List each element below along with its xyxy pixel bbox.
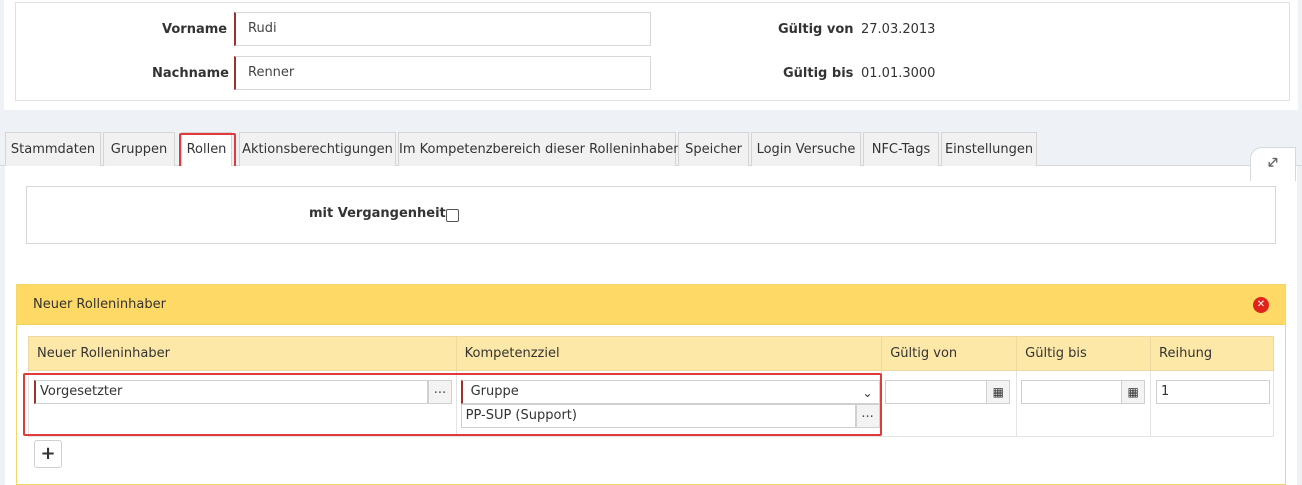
filter-box: mit Vergangenheit	[26, 186, 1276, 244]
close-circle-icon[interactable]: ✕	[1253, 297, 1269, 313]
cell-rolleninhaber: Vorgesetzter ...	[28, 370, 457, 437]
nachname-label: Nachname	[152, 66, 230, 81]
tab-content-rollen: mit Vergangenheit Neuer Rolleninhaber ✕ …	[5, 166, 1297, 485]
expand-icon: ↕	[1261, 151, 1285, 174]
panel-header: Neuer Rolleninhaber ✕	[17, 285, 1285, 325]
tab-stammdaten[interactable]: Stammdaten	[5, 132, 101, 166]
mit-vergangenheit-checkbox[interactable]	[446, 209, 459, 222]
col-header-reihung: Reihung	[1150, 336, 1274, 371]
gueltig-bis-input[interactable]	[1021, 380, 1124, 404]
tab-login-versuche[interactable]: Login Versuche	[751, 132, 861, 166]
calendar-icon[interactable]: ▦	[986, 380, 1011, 404]
nachname-field[interactable]: Renner	[234, 56, 651, 90]
tab-gruppen[interactable]: Gruppen	[103, 132, 175, 166]
gueltig-von-value: 27.03.2013	[861, 22, 936, 37]
person-header-inner: Vorname Rudi Nachname Renner Gültig von …	[15, 2, 1290, 101]
gueltig-bis-value: 01.01.3000	[861, 66, 936, 81]
vorname-field[interactable]: Rudi	[234, 12, 651, 46]
panel-title: Neuer Rolleninhaber	[33, 297, 166, 312]
kompetenzziel-lookup-button[interactable]: ...	[855, 404, 880, 428]
tab-bar: Stammdaten Gruppen Rollen Aktionsberecht…	[0, 128, 1302, 167]
col-header-gueltig-bis: Gültig bis	[1016, 336, 1152, 371]
tab-aktionsberechtigungen[interactable]: Aktionsberechtigungen	[239, 132, 396, 166]
rolleninhaber-lookup-button[interactable]: ...	[428, 380, 452, 404]
tab-nfc-tags[interactable]: NFC-Tags	[863, 132, 939, 166]
kompetenzziel-type-value: Gruppe	[470, 384, 519, 399]
person-header-card: Vorname Rudi Nachname Renner Gültig von …	[4, 0, 1298, 110]
rolleninhaber-input[interactable]: Vorgesetzter	[34, 380, 428, 404]
new-role-holder-panel: Neuer Rolleninhaber ✕ Neuer Rolleninhabe…	[16, 284, 1286, 485]
vorname-label: Vorname	[162, 22, 228, 37]
gueltig-von-label: Gültig von	[778, 22, 854, 37]
mit-vergangenheit-label: mit Vergangenheit	[309, 206, 446, 221]
col-header-kompetenzziel: Kompetenzziel	[455, 336, 883, 371]
expand-button[interactable]: ↕	[1250, 147, 1296, 181]
cell-kompetenzziel: Gruppe ⌄ PP-SUP (Support) ...	[455, 370, 883, 437]
cell-reihung: 1	[1150, 370, 1274, 437]
add-row-button[interactable]: +	[34, 440, 62, 468]
kompetenzziel-value-input[interactable]: PP-SUP (Support)	[460, 404, 856, 428]
col-header-rolleninhaber: Neuer Rolleninhaber	[28, 336, 457, 371]
tab-speicher[interactable]: Speicher	[678, 132, 749, 166]
reihung-input[interactable]: 1	[1156, 380, 1271, 404]
role-holder-table: Neuer Rolleninhaber Kompetenzziel Gültig…	[28, 336, 1274, 437]
tab-kompetenzbereich[interactable]: Im Kompetenzbereich dieser Rolleninhaber	[398, 132, 679, 166]
gueltig-von-input[interactable]	[885, 380, 989, 404]
table-row: Vorgesetzter ... Gruppe ⌄ PP-SUP (Suppor…	[28, 370, 1274, 437]
gueltig-bis-label: Gültig bis	[783, 66, 854, 81]
col-header-gueltig-von: Gültig von	[881, 336, 1018, 371]
cell-gueltig-von: ▦	[881, 370, 1018, 437]
calendar-icon[interactable]: ▦	[1121, 380, 1146, 404]
tab-rollen[interactable]: Rollen	[181, 132, 232, 167]
cell-gueltig-bis: ▦	[1016, 370, 1152, 437]
chevron-down-icon: ⌄	[862, 386, 873, 400]
tab-einstellungen[interactable]: Einstellungen	[941, 132, 1037, 166]
kompetenzziel-type-select[interactable]: Gruppe ⌄	[460, 380, 880, 404]
